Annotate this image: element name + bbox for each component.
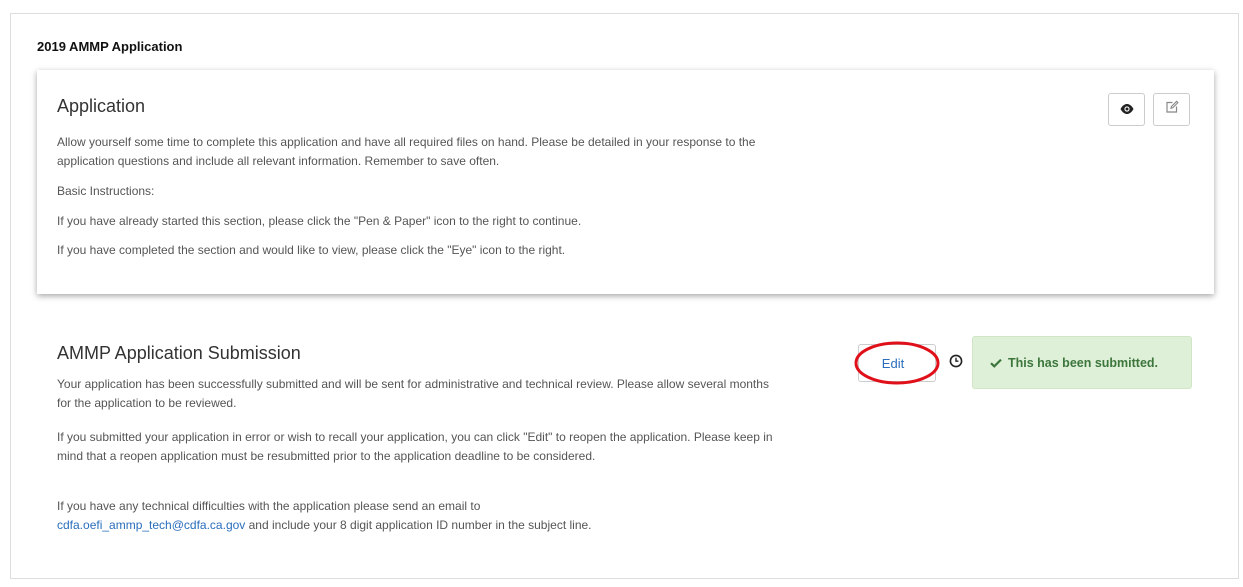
contact-text-after: and include your 8 digit application ID … xyxy=(245,518,592,532)
submission-status-alert: This has been submitted. xyxy=(972,336,1192,389)
page-title: 2019 AMMP Application xyxy=(37,39,183,54)
pencil-square-icon xyxy=(1165,100,1179,119)
view-section-button[interactable] xyxy=(1108,93,1145,126)
eye-icon xyxy=(1120,101,1134,119)
application-intro: Allow yourself some time to complete thi… xyxy=(57,135,756,168)
clock-icon xyxy=(949,354,963,373)
submission-paragraph-2: If you submitted your application in err… xyxy=(57,430,773,463)
edit-section-button[interactable] xyxy=(1153,93,1190,126)
edit-submission-button[interactable]: Edit xyxy=(858,344,936,382)
contact-text-before: If you have any technical difficulties w… xyxy=(57,499,481,513)
status-message: This has been submitted. xyxy=(1008,355,1159,370)
support-email-link[interactable]: cdfa.oefi_ammp_tech@cdfa.ca.gov xyxy=(57,518,245,532)
edit-button-label: Edit xyxy=(881,355,905,371)
submission-paragraph-1: Your application has been successfully s… xyxy=(57,377,769,410)
check-icon xyxy=(990,358,1002,368)
application-card: Application Allow yourself some time to … xyxy=(37,70,1214,294)
basic-instructions-label: Basic Instructions: xyxy=(57,184,155,198)
instruction-continue: If you have already started this section… xyxy=(57,214,582,228)
instruction-view: If you have completed the section and wo… xyxy=(57,243,566,257)
submission-paragraph-3: If you have any technical difficulties w… xyxy=(57,497,777,535)
application-heading: Application xyxy=(57,96,146,116)
submission-heading: AMMP Application Submission xyxy=(57,343,301,363)
